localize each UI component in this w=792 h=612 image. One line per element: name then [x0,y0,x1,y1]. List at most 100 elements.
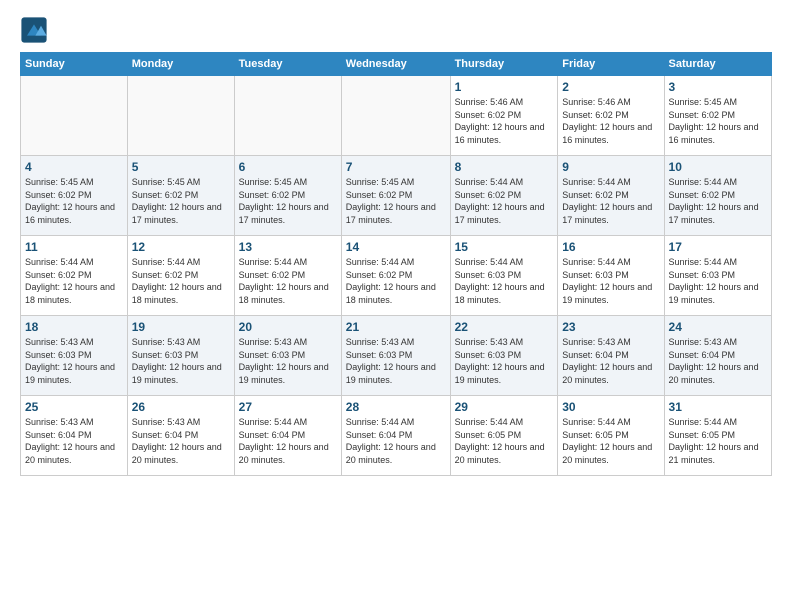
day-info: Sunrise: 5:44 AM Sunset: 6:02 PM Dayligh… [132,256,230,306]
day-info: Sunrise: 5:45 AM Sunset: 6:02 PM Dayligh… [239,176,337,226]
day-info: Sunrise: 5:45 AM Sunset: 6:02 PM Dayligh… [25,176,123,226]
day-number: 21 [346,320,446,334]
weekday-friday: Friday [558,53,664,76]
calendar-cell: 10 Sunrise: 5:44 AM Sunset: 6:02 PM Dayli… [664,156,771,236]
day-number: 15 [455,240,554,254]
calendar-cell: 28 Sunrise: 5:44 AM Sunset: 6:04 PM Dayli… [341,396,450,476]
calendar-cell: 5 Sunrise: 5:45 AM Sunset: 6:02 PM Daylig… [127,156,234,236]
calendar: SundayMondayTuesdayWednesdayThursdayFrid… [20,52,772,476]
day-info: Sunrise: 5:44 AM Sunset: 6:02 PM Dayligh… [346,256,446,306]
day-info: Sunrise: 5:44 AM Sunset: 6:04 PM Dayligh… [239,416,337,466]
day-number: 5 [132,160,230,174]
day-info: Sunrise: 5:44 AM Sunset: 6:02 PM Dayligh… [669,176,767,226]
logo-area [20,16,52,44]
day-info: Sunrise: 5:44 AM Sunset: 6:02 PM Dayligh… [562,176,659,226]
weekday-monday: Monday [127,53,234,76]
day-number: 30 [562,400,659,414]
day-number: 10 [669,160,767,174]
day-number: 11 [25,240,123,254]
day-number: 19 [132,320,230,334]
calendar-cell: 8Sunrise: 5:44 AM Sunset: 6:02 PM Daylig… [450,156,558,236]
calendar-cell [127,76,234,156]
calendar-cell: 31 Sunrise: 5:44 AM Sunset: 6:05 PM Dayli… [664,396,771,476]
day-info: Sunrise: 5:44 AM Sunset: 6:05 PM Dayligh… [562,416,659,466]
day-info: Sunrise: 5:45 AM Sunset: 6:02 PM Dayligh… [132,176,230,226]
weekday-thursday: Thursday [450,53,558,76]
week-row-4: 25 Sunrise: 5:43 AM Sunset: 6:04 PM Dayli… [21,396,772,476]
calendar-cell: 6 Sunrise: 5:45 AM Sunset: 6:02 PM Daylig… [234,156,341,236]
calendar-cell: 18 Sunrise: 5:43 AM Sunset: 6:03 PM Dayli… [21,316,128,396]
day-info: Sunrise: 5:44 AM Sunset: 6:02 PM Dayligh… [239,256,337,306]
day-info: Sunrise: 5:43 AM Sunset: 6:04 PM Dayligh… [669,336,767,386]
weekday-tuesday: Tuesday [234,53,341,76]
week-row-3: 18 Sunrise: 5:43 AM Sunset: 6:03 PM Dayli… [21,316,772,396]
day-number: 17 [669,240,767,254]
day-number: 9 [562,160,659,174]
day-info: Sunrise: 5:43 AM Sunset: 6:03 PM Dayligh… [25,336,123,386]
calendar-cell [21,76,128,156]
day-number: 24 [669,320,767,334]
day-number: 16 [562,240,659,254]
day-info: Sunrise: 5:44 AM Sunset: 6:04 PM Dayligh… [346,416,446,466]
day-info: Sunrise: 5:44 AM Sunset: 6:05 PM Dayligh… [455,416,554,466]
calendar-cell: 14 Sunrise: 5:44 AM Sunset: 6:02 PM Dayli… [341,236,450,316]
week-row-0: 1 Sunrise: 5:46 AM Sunset: 6:02 PM Daylig… [21,76,772,156]
header [20,16,772,44]
day-number: 28 [346,400,446,414]
day-info: Sunrise: 5:45 AM Sunset: 6:02 PM Dayligh… [346,176,446,226]
calendar-cell: 3 Sunrise: 5:45 AM Sunset: 6:02 PM Daylig… [664,76,771,156]
day-number: 29 [455,400,554,414]
day-info: Sunrise: 5:45 AM Sunset: 6:02 PM Dayligh… [669,96,767,146]
day-number: 31 [669,400,767,414]
day-number: 22 [455,320,554,334]
weekday-wednesday: Wednesday [341,53,450,76]
day-number: 14 [346,240,446,254]
day-info: Sunrise: 5:43 AM Sunset: 6:04 PM Dayligh… [132,416,230,466]
calendar-cell: 2 Sunrise: 5:46 AM Sunset: 6:02 PM Daylig… [558,76,664,156]
day-number: 18 [25,320,123,334]
day-number: 26 [132,400,230,414]
day-number: 25 [25,400,123,414]
calendar-cell: 9 Sunrise: 5:44 AM Sunset: 6:02 PM Daylig… [558,156,664,236]
calendar-cell: 16 Sunrise: 5:44 AM Sunset: 6:03 PM Dayli… [558,236,664,316]
day-info: Sunrise: 5:43 AM Sunset: 6:03 PM Dayligh… [346,336,446,386]
day-info: Sunrise: 5:44 AM Sunset: 6:03 PM Dayligh… [455,256,554,306]
day-number: 6 [239,160,337,174]
calendar-cell: 12Sunrise: 5:44 AM Sunset: 6:02 PM Dayli… [127,236,234,316]
day-info: Sunrise: 5:44 AM Sunset: 6:02 PM Dayligh… [25,256,123,306]
day-number: 23 [562,320,659,334]
day-info: Sunrise: 5:43 AM Sunset: 6:04 PM Dayligh… [25,416,123,466]
calendar-cell: 30 Sunrise: 5:44 AM Sunset: 6:05 PM Dayli… [558,396,664,476]
day-number: 4 [25,160,123,174]
page: SundayMondayTuesdayWednesdayThursdayFrid… [0,0,792,492]
calendar-cell [341,76,450,156]
day-number: 2 [562,80,659,94]
day-number: 27 [239,400,337,414]
day-info: Sunrise: 5:44 AM Sunset: 6:02 PM Dayligh… [455,176,554,226]
day-number: 7 [346,160,446,174]
day-number: 1 [455,80,554,94]
calendar-cell: 25 Sunrise: 5:43 AM Sunset: 6:04 PM Dayli… [21,396,128,476]
day-number: 13 [239,240,337,254]
day-info: Sunrise: 5:44 AM Sunset: 6:03 PM Dayligh… [669,256,767,306]
day-info: Sunrise: 5:43 AM Sunset: 6:03 PM Dayligh… [239,336,337,386]
calendar-cell: 20 Sunrise: 5:43 AM Sunset: 6:03 PM Dayli… [234,316,341,396]
calendar-cell: 22 Sunrise: 5:43 AM Sunset: 6:03 PM Dayli… [450,316,558,396]
calendar-cell: 4 Sunrise: 5:45 AM Sunset: 6:02 PM Daylig… [21,156,128,236]
day-info: Sunrise: 5:43 AM Sunset: 6:03 PM Dayligh… [455,336,554,386]
week-row-1: 4 Sunrise: 5:45 AM Sunset: 6:02 PM Daylig… [21,156,772,236]
calendar-cell: 13 Sunrise: 5:44 AM Sunset: 6:02 PM Dayli… [234,236,341,316]
day-info: Sunrise: 5:46 AM Sunset: 6:02 PM Dayligh… [562,96,659,146]
day-info: Sunrise: 5:43 AM Sunset: 6:04 PM Dayligh… [562,336,659,386]
calendar-cell [234,76,341,156]
calendar-cell: 24 Sunrise: 5:43 AM Sunset: 6:04 PM Dayli… [664,316,771,396]
day-number: 3 [669,80,767,94]
weekday-saturday: Saturday [664,53,771,76]
calendar-cell: 15 Sunrise: 5:44 AM Sunset: 6:03 PM Dayli… [450,236,558,316]
day-info: Sunrise: 5:44 AM Sunset: 6:05 PM Dayligh… [669,416,767,466]
calendar-cell: 29 Sunrise: 5:44 AM Sunset: 6:05 PM Dayli… [450,396,558,476]
day-number: 20 [239,320,337,334]
calendar-cell: 1Sunrise: 5:46 AM Sunset: 6:02 PM Daylig… [450,76,558,156]
day-info: Sunrise: 5:43 AM Sunset: 6:03 PM Dayligh… [132,336,230,386]
day-info: Sunrise: 5:44 AM Sunset: 6:03 PM Dayligh… [562,256,659,306]
